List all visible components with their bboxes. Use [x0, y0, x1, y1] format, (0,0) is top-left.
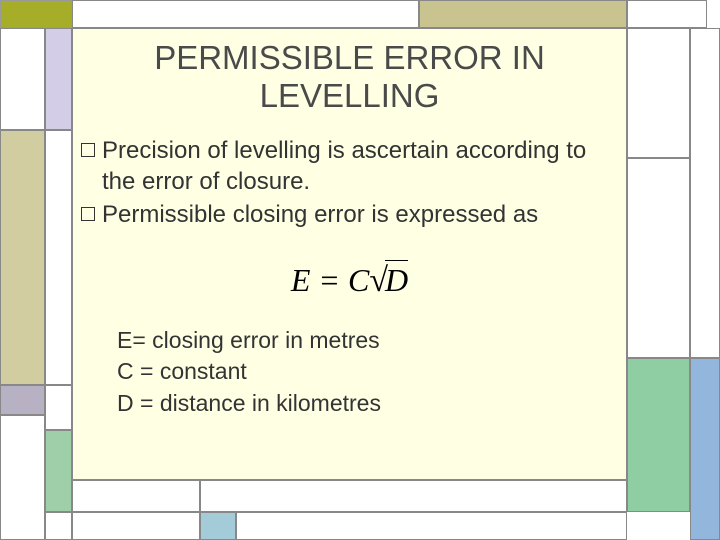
- formula-lhs: E: [291, 262, 311, 298]
- deco-rect: [0, 28, 45, 130]
- slide-content: PERMISSIBLE ERROR IN LEVELLING Precision…: [72, 28, 627, 480]
- deco-rect-green: [627, 358, 690, 512]
- legend-line: E= closing error in metres: [117, 325, 618, 356]
- deco-rect-khaki: [0, 130, 45, 385]
- bullet-item: Precision of levelling is ascertain acco…: [81, 135, 618, 197]
- deco-rect-blue: [690, 358, 720, 540]
- deco-rect: [627, 158, 690, 358]
- deco-rect: [0, 415, 45, 540]
- formula: E = CD: [81, 260, 618, 300]
- square-bullet-icon: [81, 207, 95, 221]
- deco-rect: [627, 0, 707, 28]
- deco-rect: [72, 512, 200, 540]
- sqrt-icon: [369, 262, 388, 300]
- bullet-list: Precision of levelling is ascertain acco…: [81, 135, 618, 231]
- deco-rect: [200, 480, 627, 512]
- square-bullet-icon: [81, 143, 95, 157]
- deco-rect: [690, 28, 720, 358]
- bullet-text: Permissible closing error is expressed a…: [102, 199, 538, 230]
- deco-rect: [236, 512, 627, 540]
- bullet-text: Precision of levelling is ascertain acco…: [102, 135, 618, 197]
- deco-rect: [45, 385, 72, 430]
- deco-rect: [45, 130, 72, 385]
- deco-rect: [72, 0, 419, 28]
- deco-rect: [627, 28, 690, 158]
- formula-radicand: D: [385, 262, 408, 298]
- slide-title: PERMISSIBLE ERROR IN LEVELLING: [81, 39, 618, 115]
- deco-rect-olive: [0, 0, 72, 28]
- formula-coeff: C: [348, 262, 369, 298]
- formula-expression: E = CD: [291, 260, 408, 300]
- formula-eq: =: [310, 262, 348, 298]
- deco-rect-teal: [200, 512, 236, 540]
- deco-rect: [45, 512, 72, 540]
- deco-rect-khaki: [419, 0, 627, 28]
- deco-rect: [72, 480, 200, 512]
- deco-rect-gray: [0, 385, 45, 415]
- legend: E= closing error in metres C = constant …: [117, 325, 618, 418]
- legend-line: C = constant: [117, 356, 618, 387]
- bullet-item: Permissible closing error is expressed a…: [81, 199, 618, 230]
- deco-rect-green: [45, 430, 72, 512]
- deco-rect-lavender: [45, 28, 72, 130]
- legend-line: D = distance in kilometres: [117, 388, 618, 419]
